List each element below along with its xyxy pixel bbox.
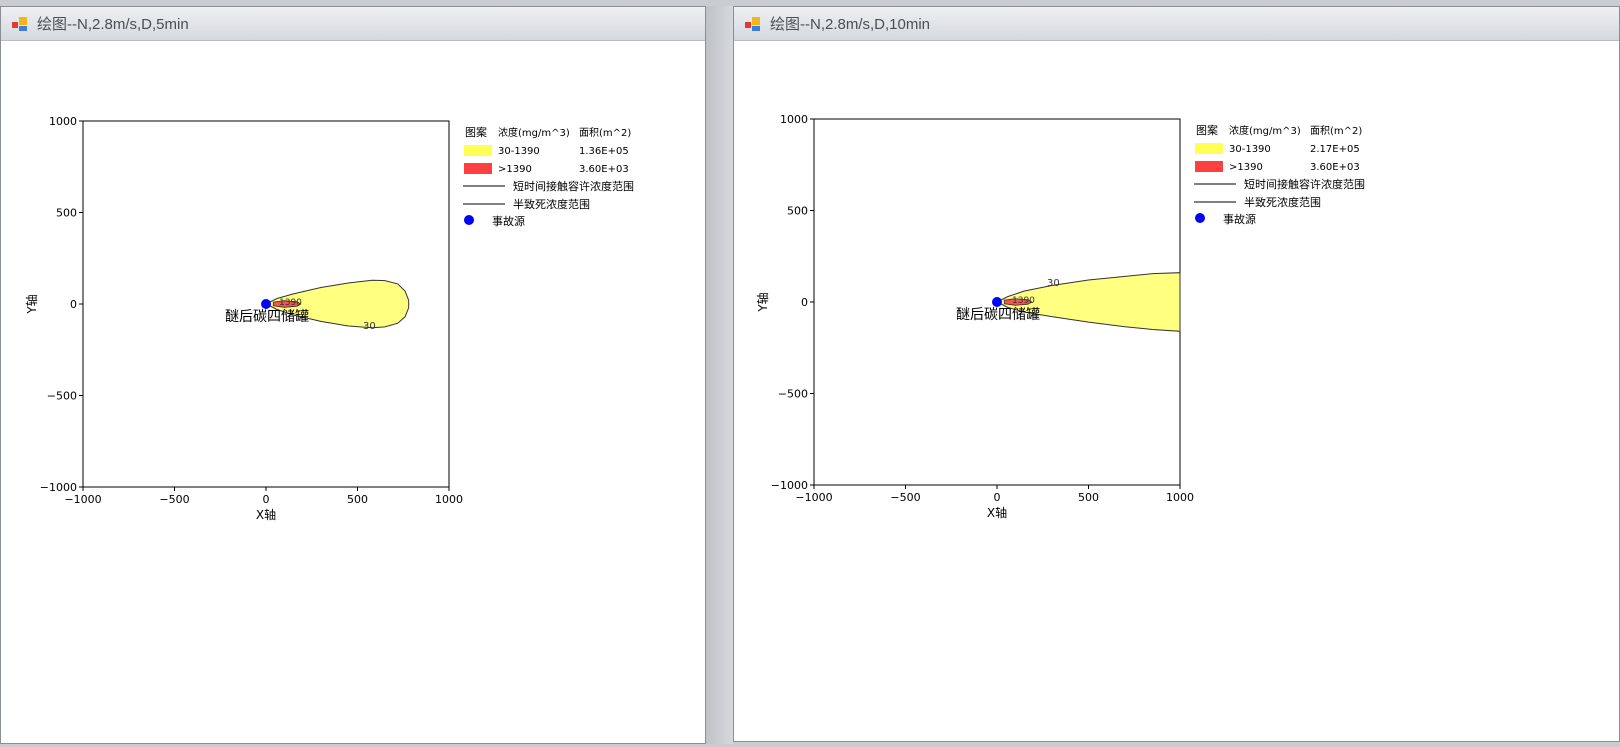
legend: 图案 浓度(mg/m^3) 面积(m^2) 30-1390 2.17E+05 >…: [1194, 123, 1365, 226]
y-axis-label: Y轴: [24, 294, 39, 314]
legend-range-1: 30-1390: [498, 146, 540, 157]
y-axis-label: Y轴: [755, 292, 770, 312]
source-label: 醚后碳四储罐: [956, 307, 1040, 323]
legend-swatch-red: [1195, 161, 1223, 172]
y-tick-label: 0: [801, 296, 808, 309]
legend-range-1: 30-1390: [1229, 144, 1271, 155]
y-tick-label: −500: [778, 388, 808, 401]
y-tick-label: 1000: [780, 113, 808, 126]
x-tick-group: −1000 −500 0 500 1000: [64, 487, 463, 506]
app-icon: [12, 16, 27, 31]
y-tick-label: −500: [47, 390, 77, 403]
title-bar[interactable]: 绘图--N,2.8m/s,D,10min: [734, 7, 1619, 41]
x-tick-label: 1000: [1166, 491, 1194, 504]
legend-source-label: 事故源: [492, 214, 525, 228]
legend-line1-label: 短时间接触容许浓度范围: [1244, 177, 1365, 191]
legend-swatch-yellow: [464, 145, 492, 156]
plume-chart: −1000 −500 0 500 1000 −1000 −500 0 500 1000 1390…: [755, 113, 1365, 520]
legend-area-1: 1.36E+05: [579, 146, 629, 157]
legend-source-dot: [1195, 213, 1205, 223]
legend-swatch-red: [464, 163, 492, 174]
legend-header-area: 面积(m^2): [1310, 125, 1362, 137]
legend-area-1: 2.17E+05: [1310, 144, 1360, 155]
legend-range-2: >1390: [1229, 162, 1263, 173]
window-title: 绘图--N,2.8m/s,D,5min: [37, 16, 189, 33]
legend-area-2: 3.60E+03: [1310, 162, 1360, 173]
contour-label-inner: 1390: [1012, 296, 1035, 306]
x-axis-label: X轴: [987, 505, 1007, 520]
legend-header-area: 面积(m^2): [579, 127, 631, 139]
x-tick-label: 500: [347, 493, 368, 506]
x-axis-label: X轴: [256, 507, 276, 522]
x-tick-label: 0: [263, 493, 270, 506]
contour-label-outer: 30: [1047, 278, 1060, 289]
y-tick-group: −1000 −500 0 500 1000: [771, 113, 814, 492]
y-tick-label: 1000: [49, 115, 77, 128]
window-title: 绘图--N,2.8m/s,D,10min: [770, 16, 931, 33]
legend-header-pattern: 图案: [465, 125, 487, 139]
x-tick-label: −1000: [64, 493, 101, 506]
y-tick-label: 500: [787, 205, 808, 218]
legend-line2-label: 半致死浓度范围: [513, 197, 590, 211]
y-tick-label: −1000: [40, 481, 77, 494]
legend-area-2: 3.60E+03: [579, 164, 629, 175]
x-tick-label: −1000: [795, 491, 832, 504]
x-tick-label: −500: [890, 491, 920, 504]
y-tick-label: 0: [70, 298, 77, 311]
legend-swatch-yellow: [1195, 143, 1223, 154]
legend-source-dot: [464, 215, 474, 225]
legend-source-label: 事故源: [1223, 212, 1256, 226]
legend-line2-label: 半致死浓度范围: [1244, 195, 1321, 209]
y-tick-label: −1000: [771, 479, 808, 492]
window-separator: [706, 6, 733, 744]
x-tick-group: −1000 −500 0 500 1000: [795, 485, 1194, 504]
source-point[interactable]: [992, 297, 1002, 307]
legend-header-pattern: 图案: [1196, 123, 1218, 137]
legend-range-2: >1390: [498, 164, 532, 175]
plume-chart: −1000 −500 0 500 1000 −1000 −500 0 500 1000 1390…: [24, 115, 634, 522]
legend-line1-label: 短时间接触容许浓度范围: [513, 179, 634, 193]
title-bar[interactable]: 绘图--N,2.8m/s,D,5min: [1, 7, 705, 41]
source-label: 醚后碳四储罐: [225, 309, 309, 325]
source-point[interactable]: [261, 299, 271, 309]
y-tick-label: 500: [56, 207, 77, 220]
x-tick-label: 0: [994, 491, 1001, 504]
contour-label-inner: 1390: [279, 298, 302, 308]
contour-label-outer: 30: [363, 321, 376, 332]
legend-header-conc: 浓度(mg/m^3): [1229, 124, 1301, 137]
x-tick-label: 500: [1078, 491, 1099, 504]
legend-header-conc: 浓度(mg/m^3): [498, 126, 570, 139]
app-icon: [745, 16, 760, 31]
plot-window-5min[interactable]: 绘图--N,2.8m/s,D,5min −1000 −500 0 500 1000 −1…: [0, 6, 706, 744]
y-tick-group: −1000 −500 0 500 1000: [40, 115, 83, 494]
x-tick-label: −500: [159, 493, 189, 506]
plot-window-10min[interactable]: 绘图--N,2.8m/s,D,10min −1000 −500 0 500 1000 −…: [733, 6, 1620, 742]
x-tick-label: 1000: [435, 493, 463, 506]
legend: 图案 浓度(mg/m^3) 面积(m^2) 30-1390 1.36E+05 >…: [463, 125, 634, 228]
